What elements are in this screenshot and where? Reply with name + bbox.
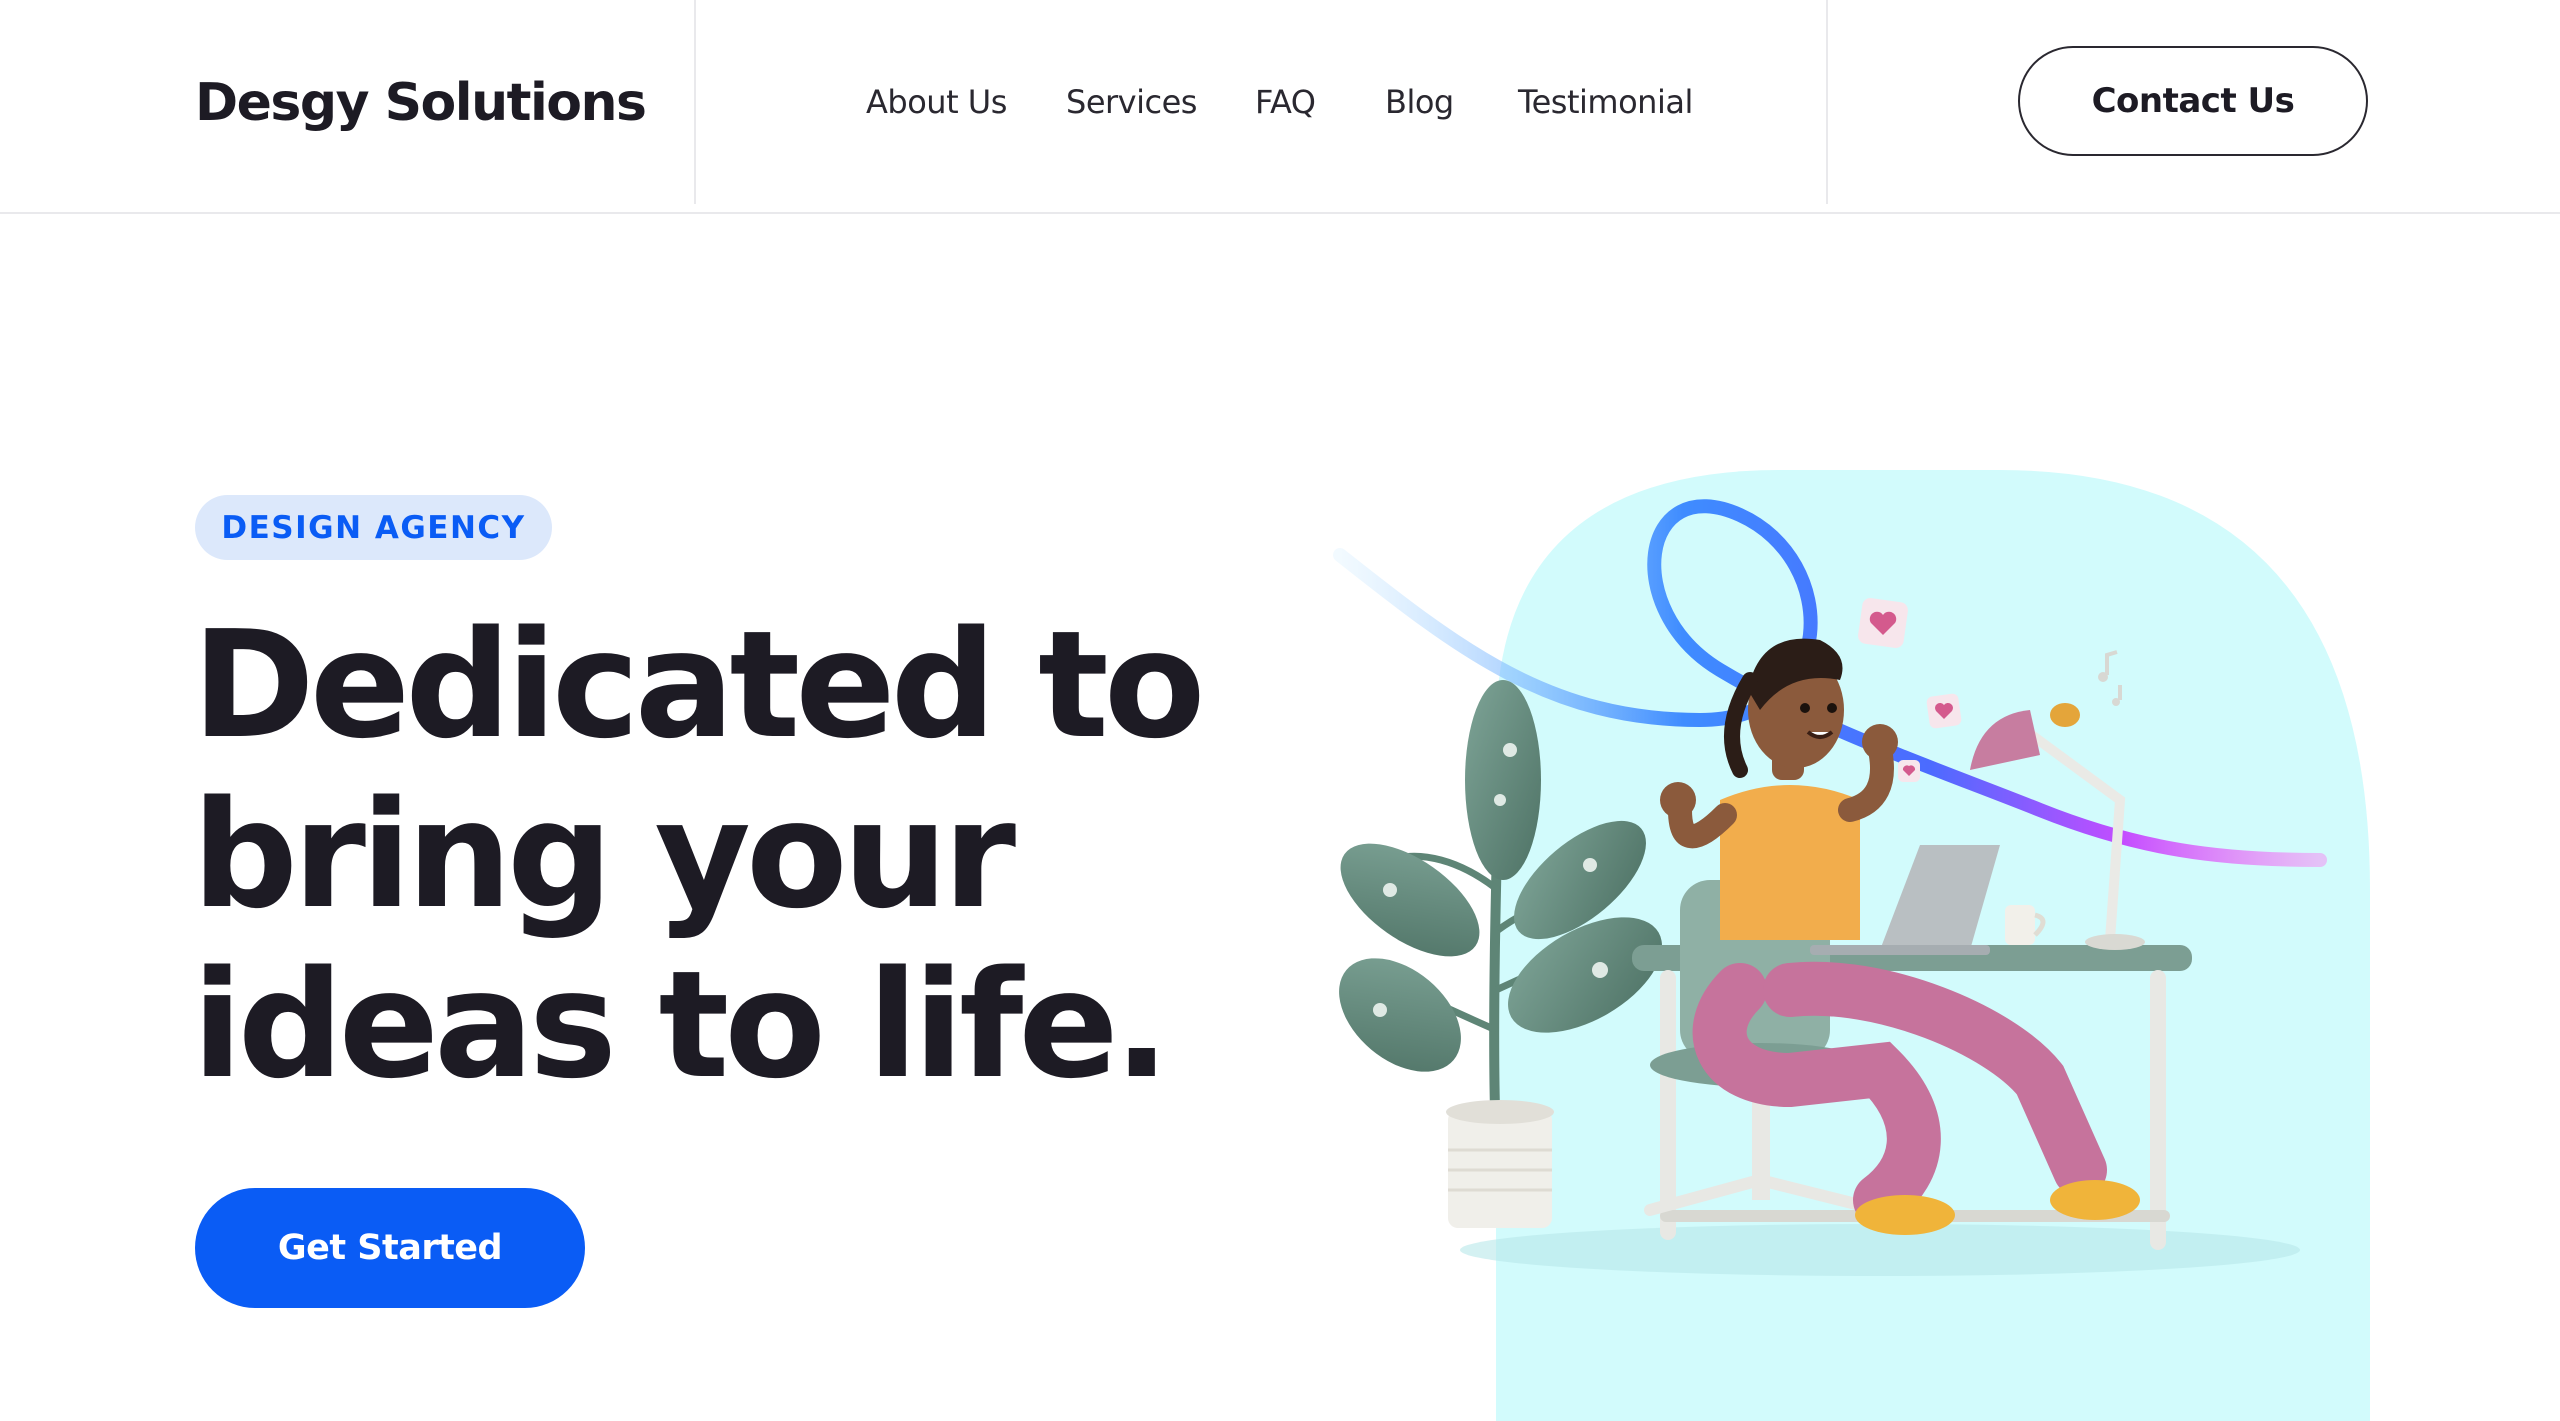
hero-headline: Dedicated to bring your ideas to life.	[192, 599, 1206, 1111]
brand-logo[interactable]: Desgy Solutions	[195, 70, 647, 136]
headline-line-3: ideas to life.	[192, 939, 1170, 1111]
person-at-desk-illustration	[1333, 470, 2370, 1421]
header-divider-right	[1826, 0, 1828, 204]
get-started-button[interactable]: Get Started	[195, 1188, 585, 1308]
headline-line-1: Dedicated to	[192, 599, 1206, 771]
nav-about-us[interactable]: About Us	[866, 80, 1007, 124]
hero-illustration	[1320, 470, 2440, 1421]
headline-line-2: bring your	[192, 769, 1016, 941]
header-divider-left	[694, 0, 696, 204]
design-agency-badge: DESIGN AGENCY	[195, 495, 552, 560]
site-header: Desgy Solutions About Us Services FAQ Bl…	[0, 0, 2560, 214]
nav-faq[interactable]: FAQ	[1255, 80, 1316, 124]
contact-us-button[interactable]: Contact Us	[2018, 46, 2368, 156]
nav-blog[interactable]: Blog	[1385, 80, 1454, 124]
nav-testimonial[interactable]: Testimonial	[1518, 80, 1693, 124]
nav-services[interactable]: Services	[1066, 80, 1197, 124]
